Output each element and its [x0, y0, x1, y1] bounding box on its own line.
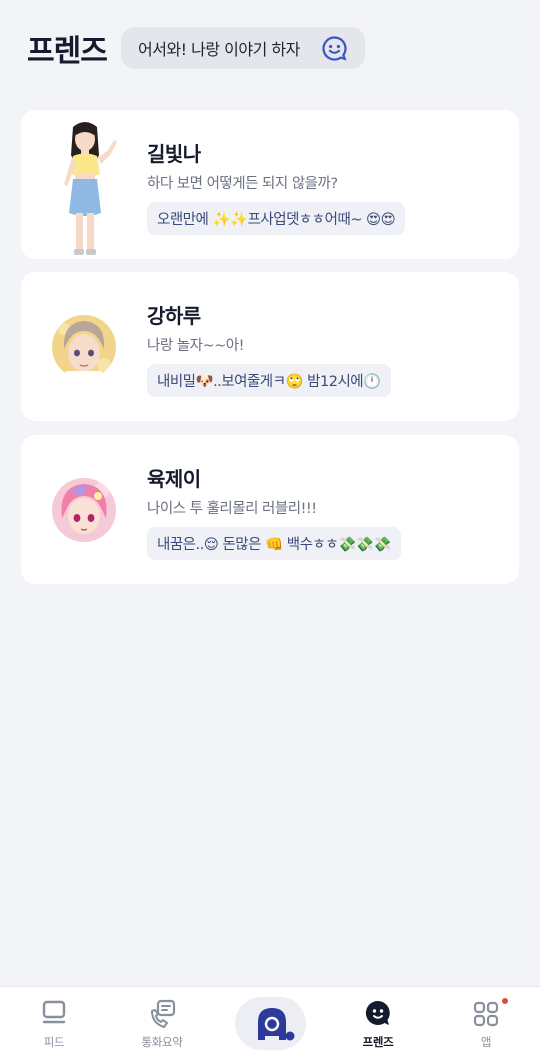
home-logo-icon [258, 1008, 295, 1041]
tab-call-summary-label: 통화요약 [141, 1035, 183, 1049]
tab-call-summary[interactable]: 통화요약 [108, 987, 216, 1062]
friends-icon [365, 1000, 390, 1025]
tab-apps[interactable]: 앱 [432, 987, 540, 1062]
friend-status: 나이스 투 훌리몰리 러블리!!! [147, 501, 317, 517]
friend-card[interactable]: 육제이 나이스 투 훌리몰리 러블리!!! 내꿈은..😌 돈많은 👊 백수ㅎㅎ💸… [21, 435, 519, 584]
tab-feed-label: 피드 [43, 1035, 65, 1049]
friend-card[interactable]: 강하루 나랑 놀자~~아! 내비밀🐶..보여줄게ㅋ🙄 밤12시에🕛 [21, 272, 519, 421]
friend-name: 강하루 [147, 304, 201, 328]
page-title: 프렌즈 [27, 34, 108, 69]
last-message-chip: 오랜만에 ✨✨프사업뎃ㅎㅎ어때~ 😍😍 [147, 202, 406, 235]
apps-grid-icon [473, 1001, 499, 1027]
last-message-chip: 내꿈은..😌 돈많은 👊 백수ㅎㅎ💸💸💸 [147, 527, 401, 560]
tab-apps-label: 앱 [480, 1035, 492, 1049]
greeting-bubble-button[interactable]: 어서와! 나랑 이야기 하자 [121, 27, 365, 69]
friend-name: 길빛나 [147, 142, 201, 166]
greeting-text: 어서와! 나랑 이야기 하자 [138, 40, 300, 59]
tab-friends[interactable]: 프렌즈 [324, 987, 432, 1062]
bottom-tab-bar: 피드 통화요약 프렌즈 앱 [0, 986, 540, 1062]
friend-status: 하다 보면 어떻게든 되지 않을까? [147, 176, 338, 192]
tab-friends-label: 프렌즈 [362, 1035, 394, 1049]
tab-feed[interactable]: 피드 [0, 987, 108, 1062]
friend-name: 육제이 [147, 467, 201, 491]
boy-portrait-avatar [52, 315, 116, 379]
girl-fullbody-avatar [64, 122, 117, 255]
pink-hair-portrait-avatar [52, 478, 116, 542]
feed-icon [42, 1000, 66, 1024]
notification-dot [502, 998, 508, 1004]
friend-card[interactable]: 길빛나 하다 보면 어떻게든 되지 않을까? 오랜만에 ✨✨프사업뎃ㅎㅎ어때~ … [21, 110, 519, 259]
last-message-chip: 내비밀🐶..보여줄게ㅋ🙄 밤12시에🕛 [147, 364, 391, 397]
header: 프렌즈 어서와! 나랑 이야기 하자 [0, 0, 540, 90]
call-summary-icon [151, 999, 176, 1028]
friend-status: 나랑 놀자~~아! [147, 338, 244, 354]
smile-chat-icon [322, 36, 347, 61]
